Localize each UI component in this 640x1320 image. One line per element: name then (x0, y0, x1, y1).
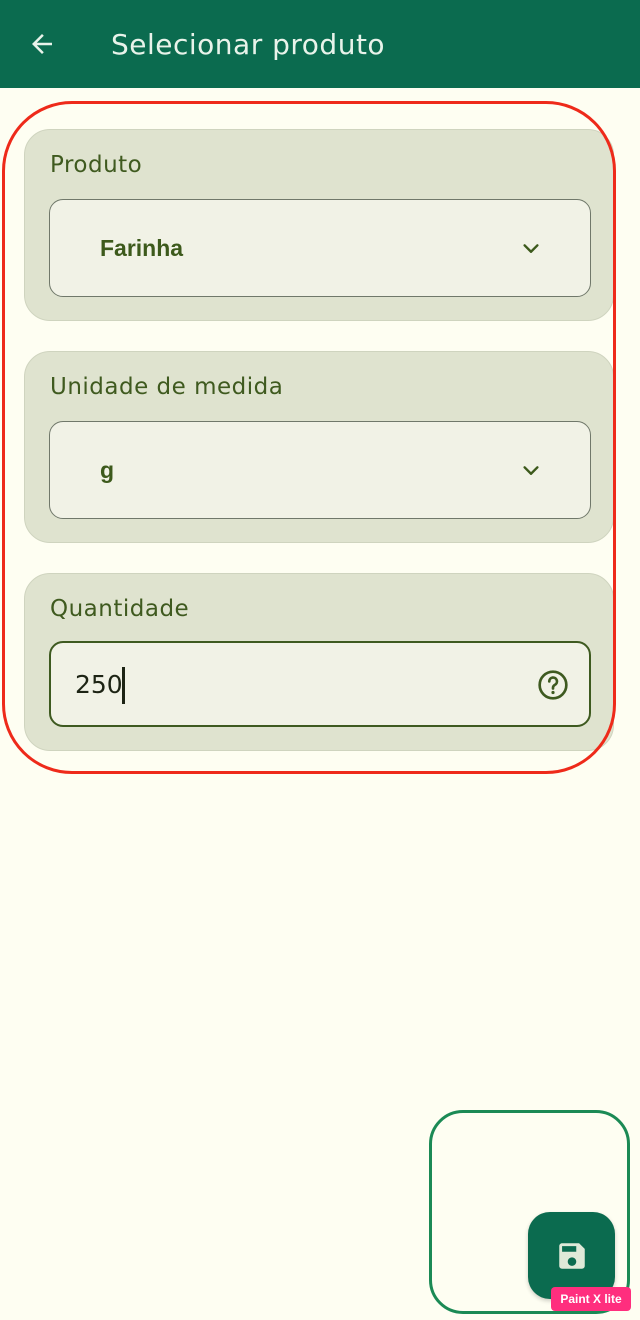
product-dropdown[interactable]: Farinha (49, 199, 591, 297)
product-label: Produto (50, 152, 143, 178)
app-bar: Selecionar produto (0, 0, 640, 88)
product-dropdown-value: Farinha (100, 234, 184, 261)
unit-label: Unidade de medida (50, 374, 284, 400)
product-card: Produto Farinha (24, 129, 614, 321)
unit-card: Unidade de medida g (24, 351, 614, 543)
quantity-input-value: 250 (75, 670, 123, 699)
unit-dropdown-value: g (100, 456, 115, 483)
chevron-down-icon (523, 466, 539, 475)
quantity-card: Quantidade 250 (24, 573, 614, 751)
save-icon (558, 1242, 585, 1269)
back-button[interactable] (0, 0, 84, 88)
quantity-input[interactable]: 250 (49, 641, 591, 727)
page-title: Selecionar produto (111, 27, 386, 61)
unit-dropdown[interactable]: g (49, 421, 591, 519)
quantity-label: Quantidade (50, 596, 190, 622)
save-button[interactable] (528, 1212, 615, 1299)
help-circle-icon[interactable] (537, 669, 569, 701)
watermark: Paint X lite (551, 1287, 631, 1311)
text-caret (122, 667, 125, 704)
chevron-down-icon (523, 244, 539, 253)
arrow-left-icon (32, 34, 52, 54)
